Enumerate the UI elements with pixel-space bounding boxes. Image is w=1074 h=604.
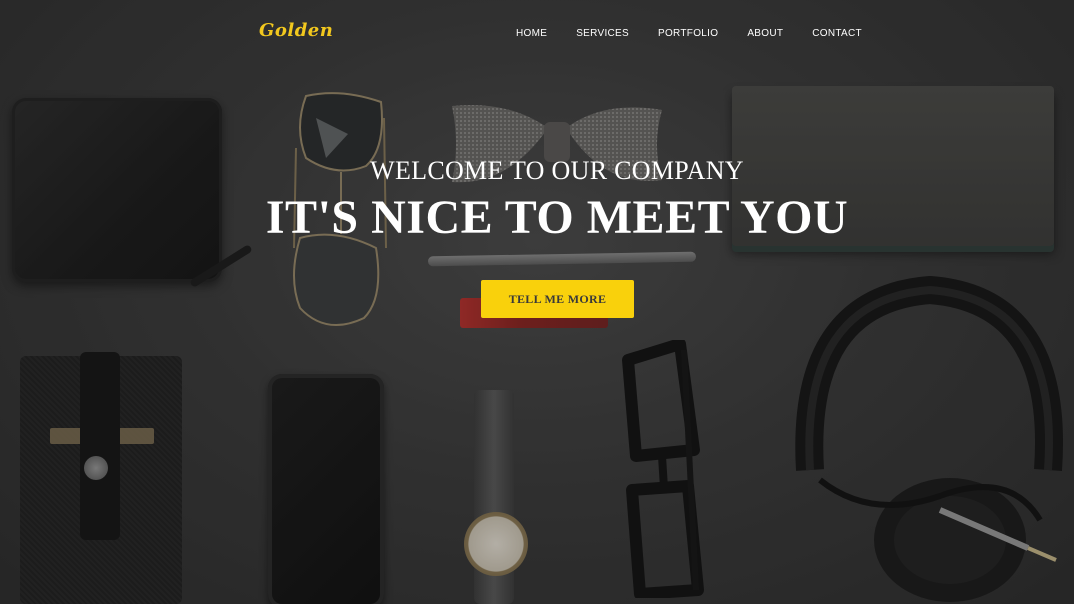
- tell-me-more-button[interactable]: TELL ME MORE: [481, 280, 634, 318]
- nav-menu: HOME SERVICES PORTFOLIO ABOUT CONTACT: [516, 28, 891, 39]
- hero-subheading: WELCOME TO OUR COMPANY: [370, 156, 744, 185]
- navbar: Golden HOME SERVICES PORTFOLIO ABOUT CON…: [0, 0, 1074, 66]
- brand-logo[interactable]: Golden: [259, 20, 333, 41]
- nav-link-home[interactable]: HOME: [516, 28, 547, 39]
- nav-link-services[interactable]: SERVICES: [576, 28, 629, 39]
- nav-link-contact[interactable]: CONTACT: [812, 28, 862, 39]
- hero-heading: IT'S NICE TO MEET YOU: [265, 191, 849, 244]
- nav-link-about[interactable]: ABOUT: [747, 28, 783, 39]
- hero-section: Golden HOME SERVICES PORTFOLIO ABOUT CON…: [0, 0, 1074, 604]
- nav-link-portfolio[interactable]: PORTFOLIO: [658, 28, 718, 39]
